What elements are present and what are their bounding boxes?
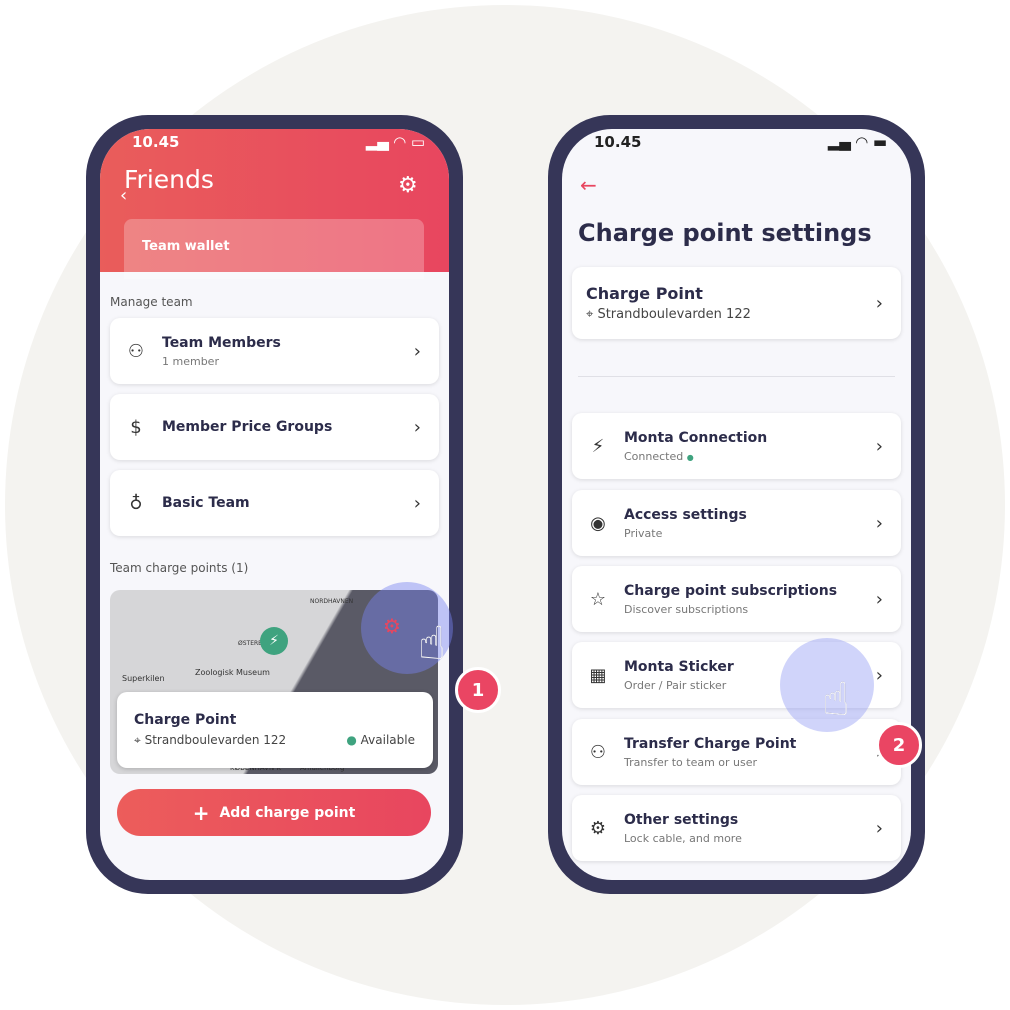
back-arrow-icon[interactable]: ← [580,173,597,197]
chevron-right-icon: › [413,340,421,362]
status-icons: ▂▄ ◠ ▭ [365,133,425,151]
qr-icon: ▦ [589,664,607,686]
gear-icon[interactable]: ⚙ [383,614,401,638]
eye-icon: ◉ [590,512,606,534]
pointing-hand-icon: ☝ [418,616,447,670]
map-label: Superkilen [122,674,165,683]
screen-friends: 10.45 ▂▄ ◠ ▭ ‹ Friends ⚙ Team wallet Mana… [100,129,449,880]
item-sub: 1 member [162,354,219,368]
cp-title: Charge Point [134,712,237,728]
screen-settings: 10.45 ▂▄ ◠ ▬ ← Charge point settings Char… [562,129,911,880]
status-time: 10.45 [594,133,642,151]
item-title: Monta Connection [624,429,768,446]
chevron-right-icon: › [413,416,421,438]
map-label: NORDHAVNEN [310,598,354,605]
chevron-right-icon: › [875,435,883,457]
item-title: Transfer Charge Point [624,735,797,752]
step-badge: 2 [876,722,922,768]
step-badge: 1 [455,667,501,713]
divider [578,376,895,377]
status-icons: ▂▄ ◠ ▬ [827,133,887,151]
users-icon: ⚇ [589,741,607,763]
chevron-right-icon: › [875,817,883,839]
gear-icon[interactable]: ⚙ [398,173,418,198]
cp-title: Charge Point [586,284,703,303]
phone-left: 10.45 ▂▄ ◠ ▭ ‹ Friends ⚙ Team wallet Mana… [86,115,463,894]
team-members-item[interactable]: ⚇ Team Members 1 member › [110,318,439,384]
item-title: Charge point subscriptions [624,582,838,599]
chevron-right-icon: › [413,492,421,514]
button-label: Add charge point [219,804,356,821]
phone-right: 10.45 ▂▄ ◠ ▬ ← Charge point settings Char… [548,115,925,894]
team-wallet-label: Team wallet [142,239,230,254]
charger-icon: ⚡ [591,435,605,457]
address-text: Strandboulevarden 122 [597,307,751,322]
status-time: 10.45 [132,133,180,151]
users-icon: ⚇ [127,340,145,362]
basic-team-item[interactable]: ♁ Basic Team › [110,470,439,536]
page-title: Friends [124,165,214,194]
award-icon: ♁ [129,492,143,514]
other-settings-item[interactable]: ⚙ Other settings Lock cable, and more › [572,795,901,861]
team-charge-points-label: Team charge points (1) [110,561,249,575]
charge-point-card[interactable]: Charge Point ⌖ Strandboulevarden 122 › [572,267,901,339]
pointing-hand-icon: ☝ [822,672,851,726]
item-title: Access settings [624,506,747,523]
item-sub: Lock cable, and more [624,831,742,845]
dollar-icon: $ [130,416,142,438]
plus-icon: + [192,800,210,825]
status-dot-icon: ● [686,452,694,462]
manage-team-label: Manage team [110,295,193,309]
add-charge-point-button[interactable]: + Add charge point [117,789,431,836]
map-label: Zoologisk Museum [195,668,270,677]
gear-icon: ⚙ [589,817,607,839]
status-text: Available [360,733,415,747]
status-available: ● Available [346,733,415,748]
item-title: Member Price Groups [162,419,333,435]
status-dot-icon: ● [346,733,357,747]
chevron-right-icon: › [875,664,883,686]
address-text: Strandboulevarden 122 [144,733,287,747]
member-price-groups-item[interactable]: $ Member Price Groups › [110,394,439,460]
page-title: Charge point settings [578,219,872,247]
item-sub: Discover subscriptions [624,602,749,616]
monta-connection-item[interactable]: ⚡ Monta Connection Connected ● › [572,413,901,479]
cp-address: ⌖ Strandboulevarden 122 [586,307,751,322]
chevron-right-icon: › [875,588,883,610]
subscriptions-item[interactable]: ☆ Charge point subscriptions Discover subs… [572,566,901,632]
item-sub: Private [624,526,663,540]
item-title: Team Members [162,334,281,351]
charger-pin-icon[interactable]: ⚡ [260,627,288,655]
item-sub: Transfer to team or user [624,755,758,769]
charge-point-card[interactable]: Charge Point ⌖ Strandboulevarden 122 ● Av… [117,692,433,768]
item-sub: Connected [624,449,684,463]
transfer-charge-point-item[interactable]: ⚇ Transfer Charge Point Transfer to team o… [572,719,901,785]
chevron-right-icon: › [875,512,883,534]
access-settings-item[interactable]: ◉ Access settings Private › [572,490,901,556]
chevron-right-icon: › [875,292,883,314]
cp-address: ⌖ Strandboulevarden 122 [134,733,287,747]
item-title: Basic Team [162,495,250,511]
team-wallet-card[interactable]: Team wallet [124,219,424,279]
item-title: Other settings [624,811,739,828]
star-icon: ☆ [589,588,607,610]
